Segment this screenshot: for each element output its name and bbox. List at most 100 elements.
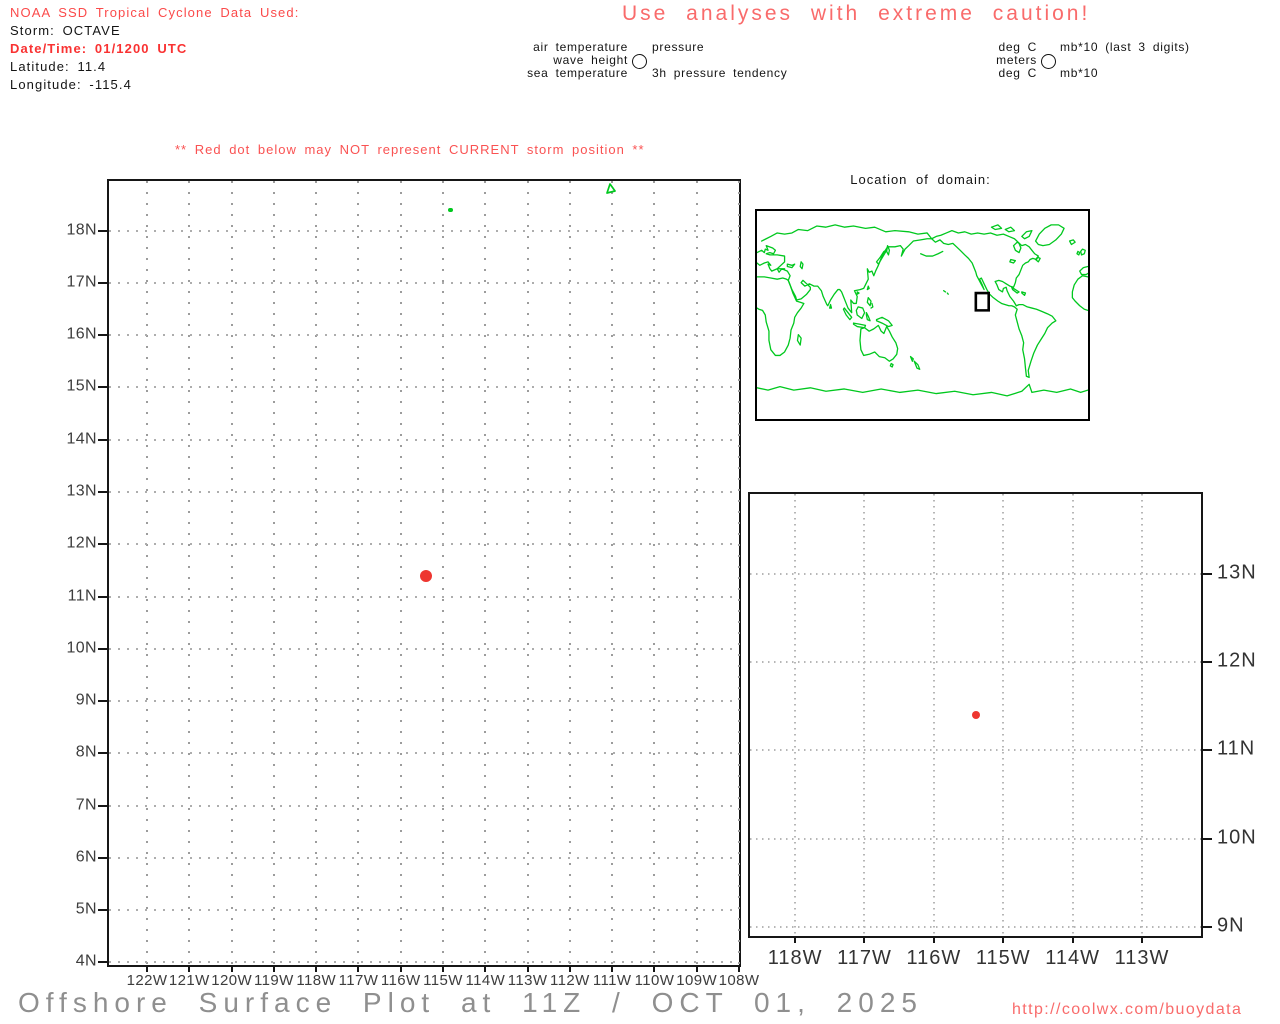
grid-line-horizontal bbox=[750, 660, 1201, 663]
grid-line-vertical bbox=[357, 181, 360, 965]
grid-line-vertical bbox=[932, 494, 935, 936]
grid-line-vertical bbox=[611, 181, 614, 965]
y-axis-tick-label: 13N bbox=[66, 482, 97, 500]
y-axis-tick bbox=[1203, 749, 1212, 752]
storm-name-line: Storm: OCTAVE bbox=[10, 23, 121, 38]
grid-line-horizontal bbox=[109, 281, 739, 284]
y-axis-tick-label: 16N bbox=[66, 325, 97, 343]
main-surface-plot: 122W 121W 120W 119W 118W 117W 116W 115W 114W 113W… bbox=[66, 179, 759, 989]
x-axis-tick bbox=[484, 965, 487, 972]
grid-line-vertical bbox=[442, 181, 445, 965]
y-axis-tick-label: 9N bbox=[1217, 914, 1245, 937]
y-axis-tick-label: 6N bbox=[75, 848, 97, 866]
grid-line-horizontal bbox=[750, 926, 1201, 929]
y-axis-tick bbox=[98, 490, 107, 493]
grid-line-horizontal bbox=[750, 837, 1201, 840]
buoy-plot-page: NOAA SSD Tropical Cyclone Data Used: Sto… bbox=[0, 0, 1280, 1024]
x-axis-tick bbox=[399, 965, 402, 972]
x-axis-tick bbox=[611, 965, 614, 972]
grid-line-horizontal bbox=[109, 438, 739, 441]
grid-line-horizontal bbox=[109, 961, 739, 964]
y-axis-tick bbox=[1203, 572, 1212, 575]
x-axis-tick bbox=[653, 965, 656, 972]
x-axis-tick bbox=[230, 965, 233, 972]
y-axis-tick bbox=[98, 700, 107, 703]
data-source-line: NOAA SSD Tropical Cyclone Data Used: bbox=[10, 5, 300, 20]
x-axis-tick-label: 118W bbox=[767, 947, 823, 969]
x-axis-tick bbox=[863, 936, 866, 943]
grid-line-horizontal bbox=[109, 490, 739, 493]
grid-line-vertical bbox=[1071, 494, 1074, 936]
legend-units-tendency-label: mb*10 bbox=[1060, 66, 1099, 80]
grid-line-horizontal bbox=[109, 334, 739, 337]
y-axis-tick-label: 15N bbox=[66, 377, 97, 395]
inset-map-title: Location of domain: bbox=[850, 172, 991, 187]
y-axis-tick bbox=[98, 281, 107, 284]
y-axis-tick-label: 12N bbox=[1217, 649, 1257, 672]
grid-line-vertical bbox=[653, 181, 656, 965]
y-axis-tick bbox=[98, 386, 107, 389]
x-axis-tick-label: 113W bbox=[1114, 947, 1170, 969]
storm-position-dot bbox=[420, 569, 433, 582]
x-axis-tick bbox=[738, 965, 740, 972]
x-axis-tick-label: 114W bbox=[1045, 947, 1101, 969]
grid-line-vertical bbox=[188, 181, 191, 965]
world-map-coastlines bbox=[757, 225, 1088, 396]
storm-position-dot bbox=[971, 711, 980, 719]
zoomed-domain-plot: 118W 117W 116W 115W 114W 113W 9N 10N 11N 12N 13N bbox=[748, 492, 1256, 969]
grid-line-horizontal bbox=[109, 386, 739, 389]
y-axis-tick-label: 4N bbox=[75, 952, 97, 970]
legend-sea-temperature-label: sea temperature bbox=[527, 66, 628, 80]
x-axis-tick bbox=[568, 965, 571, 972]
site-url-link[interactable]: http://coolwx.com/buoydata bbox=[1012, 1001, 1242, 1019]
x-axis-tick-label: 115W bbox=[975, 947, 1031, 969]
legend-wave-height-label: wave height bbox=[553, 53, 628, 67]
station-model-circle-icon bbox=[1041, 54, 1056, 69]
legend-units-pressure-label: mb*10 (last 3 digits) bbox=[1060, 40, 1190, 54]
socorro-island-mark bbox=[604, 181, 616, 199]
y-axis-tick-label: 10N bbox=[66, 639, 97, 657]
x-axis-tick bbox=[1141, 936, 1144, 943]
x-axis-tick bbox=[794, 936, 797, 943]
x-axis-tick bbox=[188, 965, 191, 972]
y-axis-tick-label: 17N bbox=[66, 273, 97, 291]
grid-line-horizontal bbox=[750, 572, 1201, 575]
domain-box-marker bbox=[976, 293, 989, 310]
y-axis-tick-label: 9N bbox=[75, 691, 97, 709]
y-axis-tick-label: 18N bbox=[66, 220, 97, 238]
legend-pressure-tendency-label: 3h pressure tendency bbox=[652, 66, 788, 80]
y-axis-tick-label: 10N bbox=[1217, 826, 1257, 849]
x-axis-tick bbox=[1071, 936, 1074, 943]
y-axis-tick bbox=[98, 595, 107, 598]
legend-units-sea-label: deg C bbox=[998, 66, 1037, 80]
grid-line-vertical bbox=[146, 181, 149, 965]
latitude-line: Latitude: 11.4 bbox=[10, 59, 107, 74]
y-axis-tick-label: 12N bbox=[66, 534, 97, 552]
x-axis-tick bbox=[357, 965, 360, 972]
datetime-line: Date/Time: 01/1200 UTC bbox=[10, 41, 188, 56]
x-axis-tick bbox=[932, 936, 935, 943]
y-axis-tick bbox=[1203, 926, 1212, 929]
y-axis-tick bbox=[98, 804, 107, 807]
grid-line-vertical bbox=[1141, 494, 1144, 936]
grid-line-horizontal bbox=[109, 752, 739, 755]
grid-line-horizontal bbox=[109, 856, 739, 859]
x-axis-tick-label: 117W bbox=[837, 947, 892, 969]
grid-line-horizontal bbox=[109, 909, 739, 912]
grid-line-horizontal bbox=[109, 700, 739, 703]
grid-line-vertical bbox=[794, 494, 797, 936]
y-axis-tick-label: 8N bbox=[75, 743, 97, 761]
grid-line-vertical bbox=[568, 181, 571, 965]
legend-units-air-label: deg C bbox=[998, 40, 1037, 54]
clarion-island-mark bbox=[448, 207, 454, 212]
x-axis-tick bbox=[695, 965, 698, 972]
grid-line-vertical bbox=[484, 181, 487, 965]
legend-units-wave-label: meters bbox=[996, 53, 1037, 67]
y-axis-tick-label: 13N bbox=[1217, 561, 1257, 584]
x-axis-tick bbox=[272, 965, 275, 972]
y-axis-tick bbox=[1203, 837, 1212, 840]
grid-line-horizontal bbox=[109, 595, 739, 598]
y-axis-tick-label: 11N bbox=[67, 586, 97, 604]
legend-air-temperature-label: air temperature bbox=[533, 40, 628, 54]
grid-line-vertical bbox=[315, 181, 318, 965]
